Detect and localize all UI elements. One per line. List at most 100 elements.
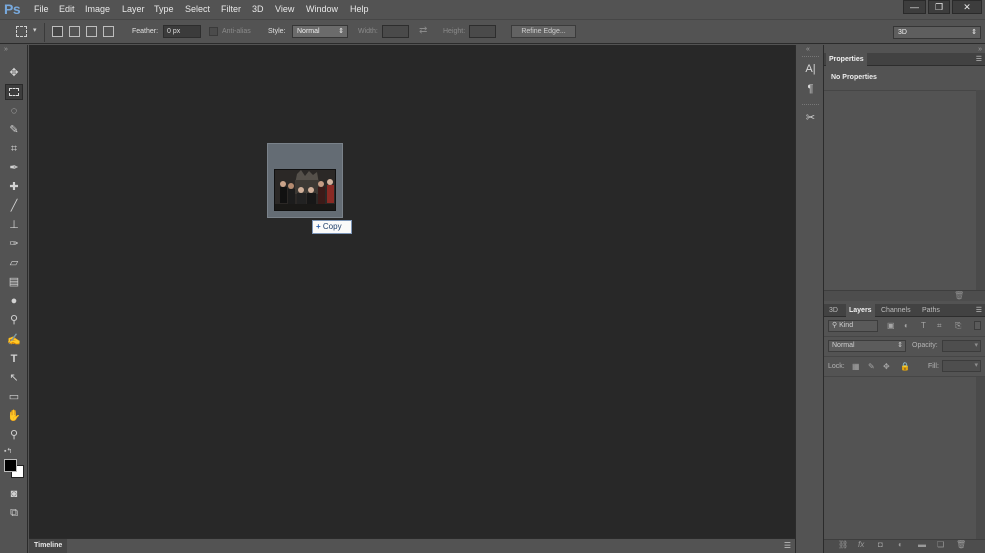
quick-selection-tool-icon[interactable]: ✎ bbox=[5, 122, 23, 138]
move-tool-icon[interactable]: ✥ bbox=[5, 65, 23, 81]
feather-label: Feather: bbox=[132, 28, 159, 35]
menu-filter[interactable]: Filter bbox=[221, 4, 241, 14]
lock-transparent-icon[interactable]: ▦ bbox=[852, 362, 860, 371]
character-panel-icon[interactable]: A| bbox=[802, 61, 819, 78]
menu-select[interactable]: Select bbox=[185, 4, 210, 14]
filter-type-icon[interactable]: T bbox=[921, 321, 926, 330]
menu-type[interactable]: Type bbox=[154, 4, 174, 14]
filter-pixel-icon[interactable]: ▣ bbox=[887, 321, 895, 330]
feather-input[interactable]: 0 px bbox=[163, 25, 201, 38]
properties-tabbar: Properties ☰ bbox=[824, 53, 985, 66]
menu-image[interactable]: Image bbox=[85, 4, 110, 14]
layers-scrollbar[interactable] bbox=[976, 377, 985, 539]
lock-position-icon[interactable]: ✥ bbox=[883, 362, 890, 371]
paragraph-panel-icon[interactable]: ¶ bbox=[802, 81, 819, 98]
type-tool-icon[interactable]: T bbox=[5, 351, 23, 367]
refine-edge-button[interactable]: Refine Edge... bbox=[511, 25, 576, 38]
trash-icon[interactable]: 🗑 bbox=[956, 540, 966, 549]
blend-mode-select[interactable]: Normal ⇕ bbox=[828, 340, 906, 352]
opacity-label: Opacity: bbox=[912, 342, 938, 349]
minimize-button[interactable]: — bbox=[903, 0, 926, 14]
filter-shape-icon[interactable]: ⌗ bbox=[937, 321, 942, 331]
screen-mode-icon[interactable]: ⧉ bbox=[5, 505, 23, 521]
history-brush-tool-icon[interactable]: ✑ bbox=[5, 236, 23, 252]
group-photo-figures bbox=[275, 170, 335, 210]
tool-presets-icon[interactable]: ✂ bbox=[802, 110, 819, 127]
properties-scrollbar[interactable] bbox=[976, 90, 985, 290]
eyedropper-tool-icon[interactable]: ✒ bbox=[5, 160, 23, 176]
quick-mask-icon[interactable]: ◙ bbox=[5, 486, 23, 502]
menu-file[interactable]: File bbox=[34, 4, 49, 14]
fill-input[interactable]: ▾ bbox=[942, 360, 981, 372]
collapse-arrows-icon[interactable]: » bbox=[978, 46, 982, 53]
layer-style-icon[interactable]: fx bbox=[858, 540, 864, 549]
panel-menu-icon[interactable]: ☰ bbox=[976, 53, 982, 66]
filter-toggle-icon[interactable] bbox=[974, 321, 981, 330]
add-to-selection-icon[interactable] bbox=[69, 26, 80, 37]
default-colors-icon[interactable]: ▪↰ bbox=[4, 447, 12, 455]
expand-arrows-icon[interactable]: « bbox=[806, 46, 810, 53]
tab-properties[interactable]: Properties bbox=[826, 53, 867, 66]
tab-timeline[interactable]: Timeline bbox=[29, 539, 68, 553]
lock-pixels-icon[interactable]: ✎ bbox=[868, 362, 875, 371]
tab-paths[interactable]: Paths bbox=[919, 304, 943, 317]
trash-icon[interactable]: 🗑 bbox=[954, 291, 964, 300]
dodge-tool-icon[interactable]: ⚲ bbox=[5, 312, 23, 328]
tab-channels[interactable]: Channels bbox=[878, 304, 914, 317]
link-layers-icon[interactable]: ⛓ bbox=[838, 540, 848, 549]
filter-smart-object-icon[interactable]: ⎘ bbox=[955, 321, 961, 331]
menu-window[interactable]: Window bbox=[306, 4, 338, 14]
adjustment-layer-icon[interactable]: ◐ bbox=[898, 540, 903, 549]
divider bbox=[44, 23, 45, 42]
menu-view[interactable]: View bbox=[275, 4, 294, 14]
clone-stamp-tool-icon[interactable]: ⊥ bbox=[5, 217, 23, 233]
hand-tool-icon[interactable]: ✋ bbox=[5, 408, 23, 424]
width-label: Width: bbox=[358, 28, 378, 35]
add-mask-icon[interactable]: ◘ bbox=[878, 540, 883, 549]
workspace-select[interactable]: 3D ⇕ bbox=[893, 26, 981, 39]
path-selection-tool-icon[interactable]: ↖ bbox=[5, 370, 23, 386]
style-select[interactable]: Normal ⇕ bbox=[292, 25, 348, 38]
collapse-arrows-icon[interactable]: » bbox=[4, 46, 8, 53]
intersect-selection-icon[interactable] bbox=[103, 26, 114, 37]
crop-tool-icon[interactable]: ⌗ bbox=[5, 141, 23, 157]
tab-3d[interactable]: 3D bbox=[826, 304, 841, 317]
opacity-input[interactable]: ▾ bbox=[942, 340, 981, 352]
panel-menu-icon[interactable]: ☰ bbox=[976, 304, 982, 317]
menu-3d[interactable]: 3D bbox=[252, 4, 264, 14]
zoom-tool-icon[interactable]: ⚲ bbox=[5, 427, 23, 443]
eraser-tool-icon[interactable]: ▱ bbox=[5, 255, 23, 271]
document-canvas[interactable]: + Copy bbox=[29, 45, 795, 538]
healing-brush-tool-icon[interactable]: ✚ bbox=[5, 179, 23, 195]
width-input[interactable] bbox=[382, 25, 409, 38]
new-selection-icon[interactable] bbox=[52, 26, 63, 37]
restore-button[interactable]: ❐ bbox=[928, 0, 950, 14]
lasso-tool-icon[interactable]: ◌ bbox=[5, 103, 23, 119]
filter-adjustment-icon[interactable]: ◐ bbox=[904, 321, 909, 330]
new-group-icon[interactable]: ▬ bbox=[918, 540, 926, 549]
antialias-checkbox[interactable] bbox=[209, 27, 218, 36]
layer-filter-select[interactable]: ⚲ Kind bbox=[828, 320, 878, 332]
pen-tool-icon[interactable]: ✍ bbox=[5, 332, 23, 348]
subtract-from-selection-icon[interactable] bbox=[86, 26, 97, 37]
swap-icon[interactable]: ⇄ bbox=[419, 25, 427, 36]
chevron-updown-icon: ⇕ bbox=[897, 342, 903, 349]
height-input[interactable] bbox=[469, 25, 496, 38]
lock-all-icon[interactable]: 🔒 bbox=[900, 362, 910, 371]
tab-layers[interactable]: Layers bbox=[846, 304, 875, 317]
blur-tool-icon[interactable]: ● bbox=[5, 293, 23, 309]
blend-mode-value: Normal bbox=[832, 342, 855, 349]
menu-edit[interactable]: Edit bbox=[59, 4, 75, 14]
foreground-color-swatch[interactable] bbox=[4, 459, 17, 472]
marquee-tool-icon[interactable] bbox=[5, 84, 23, 100]
menu-help[interactable]: Help bbox=[350, 4, 369, 14]
close-button[interactable]: ✕ bbox=[952, 0, 982, 14]
rectangle-tool-icon[interactable]: ▭ bbox=[5, 389, 23, 405]
menu-layer[interactable]: Layer bbox=[122, 4, 145, 14]
brush-tool-icon[interactable]: ╱ bbox=[5, 198, 23, 214]
preset-dropdown-icon[interactable]: ▾ bbox=[33, 26, 37, 34]
new-layer-icon[interactable]: ❏ bbox=[937, 540, 944, 549]
gradient-tool-icon[interactable]: ▤ bbox=[5, 274, 23, 290]
panel-menu-icon[interactable]: ☰ bbox=[784, 541, 791, 550]
marquee-tool-preset-icon[interactable] bbox=[16, 26, 27, 37]
